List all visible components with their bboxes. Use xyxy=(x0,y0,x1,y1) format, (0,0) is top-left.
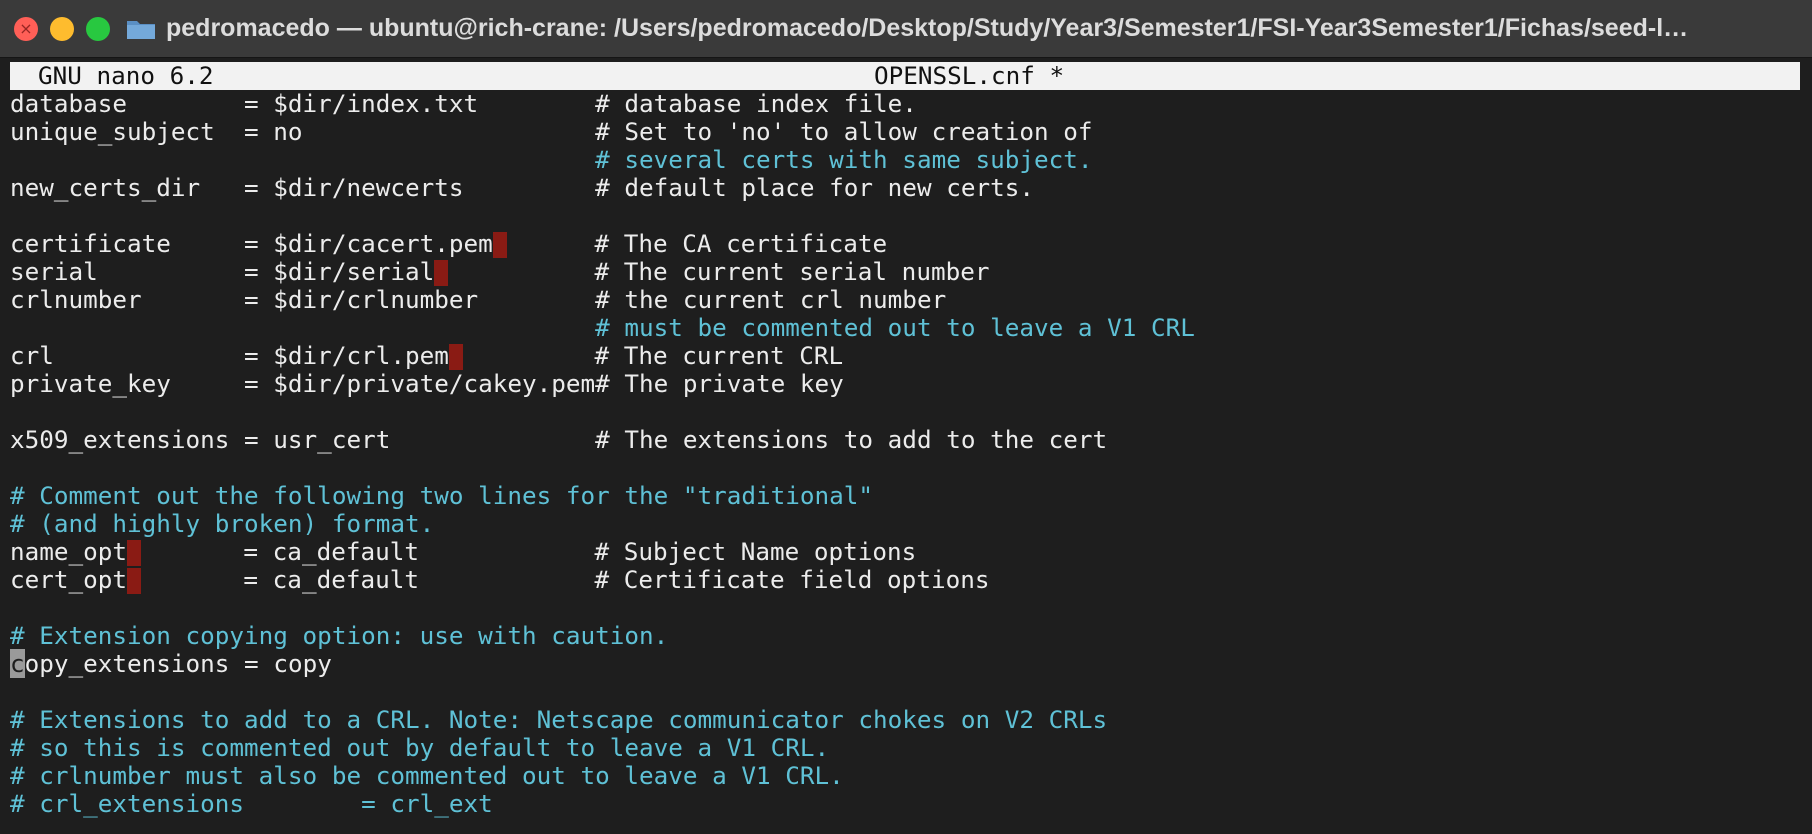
text-line: private_key = $dir/private/cakey.pem# Th… xyxy=(10,369,844,398)
terminal-window: × pedromacedo — ubuntu@rich-crane: /User… xyxy=(0,0,1812,834)
text-line: certificate = $dir/cacert.pem # The CA c… xyxy=(10,229,888,258)
comment-line: # Comment out the following two lines fo… xyxy=(10,481,874,510)
window-title: pedromacedo — ubuntu@rich-crane: /Users/… xyxy=(166,14,1689,42)
traffic-lights: × xyxy=(14,16,110,41)
text-line: # several certs with same subject. xyxy=(595,145,1093,174)
text-line: crlnumber = $dir/crlnumber # the current… xyxy=(10,285,947,314)
text-line: x509_extensions = usr_cert # The extensi… xyxy=(10,425,1108,454)
nano-filename: OPENSSL.cnf * xyxy=(874,61,1065,90)
trailing-whitespace-marker xyxy=(448,344,463,370)
nano-version: GNU nano 6.2 xyxy=(38,61,214,90)
folder-icon xyxy=(127,20,155,39)
text-line: unique_subject = no # Set to 'no' to all… xyxy=(10,117,1093,146)
comment-line: # (and highly broken) format. xyxy=(10,509,435,538)
text-line: crl = $dir/crl.pem # The current CRL xyxy=(10,341,844,370)
text-line: # must be commented out to leave a V1 CR… xyxy=(595,313,1195,342)
text-line: database = $dir/index.txt # database ind… xyxy=(10,89,917,118)
comment-line: # crl_extensions = crl_ext xyxy=(10,789,493,818)
title-bar[interactable]: × pedromacedo — ubuntu@rich-crane: /User… xyxy=(0,0,1812,58)
trailing-whitespace-marker xyxy=(492,232,507,258)
nano-editor[interactable]: GNU nano 6.2 OPENSSL.cnf * database = $d… xyxy=(0,59,1812,834)
trailing-whitespace-marker xyxy=(127,540,142,566)
comment-line: # Extensions to add to a CRL. Note: Nets… xyxy=(10,705,1108,734)
comment-line: # so this is commented out by default to… xyxy=(10,733,830,762)
maximize-icon xyxy=(86,17,110,41)
text-line[interactable]: copy_extensions = copy xyxy=(10,649,332,678)
minimize-icon xyxy=(50,17,74,41)
close-button[interactable]: × xyxy=(14,16,38,41)
text-cursor: c xyxy=(10,649,25,678)
comment-line: # crlnumber must also be commented out t… xyxy=(10,761,844,790)
nano-header-bar: GNU nano 6.2 OPENSSL.cnf * xyxy=(10,62,1800,90)
comment-line: # Extension copying option: use with cau… xyxy=(10,621,669,650)
text-line: cert_opt = ca_default # Certificate fiel… xyxy=(10,565,990,594)
minimize-button[interactable] xyxy=(50,16,74,41)
text-line: serial = $dir/serial # The current seria… xyxy=(10,257,990,286)
trailing-whitespace-marker xyxy=(127,568,142,594)
text-line: new_certs_dir = $dir/newcerts # default … xyxy=(10,173,1034,202)
text-line: name_opt = ca_default # Subject Name opt… xyxy=(10,537,917,566)
close-icon: × xyxy=(19,18,33,38)
maximize-button[interactable] xyxy=(86,16,110,41)
trailing-whitespace-marker xyxy=(434,260,449,286)
